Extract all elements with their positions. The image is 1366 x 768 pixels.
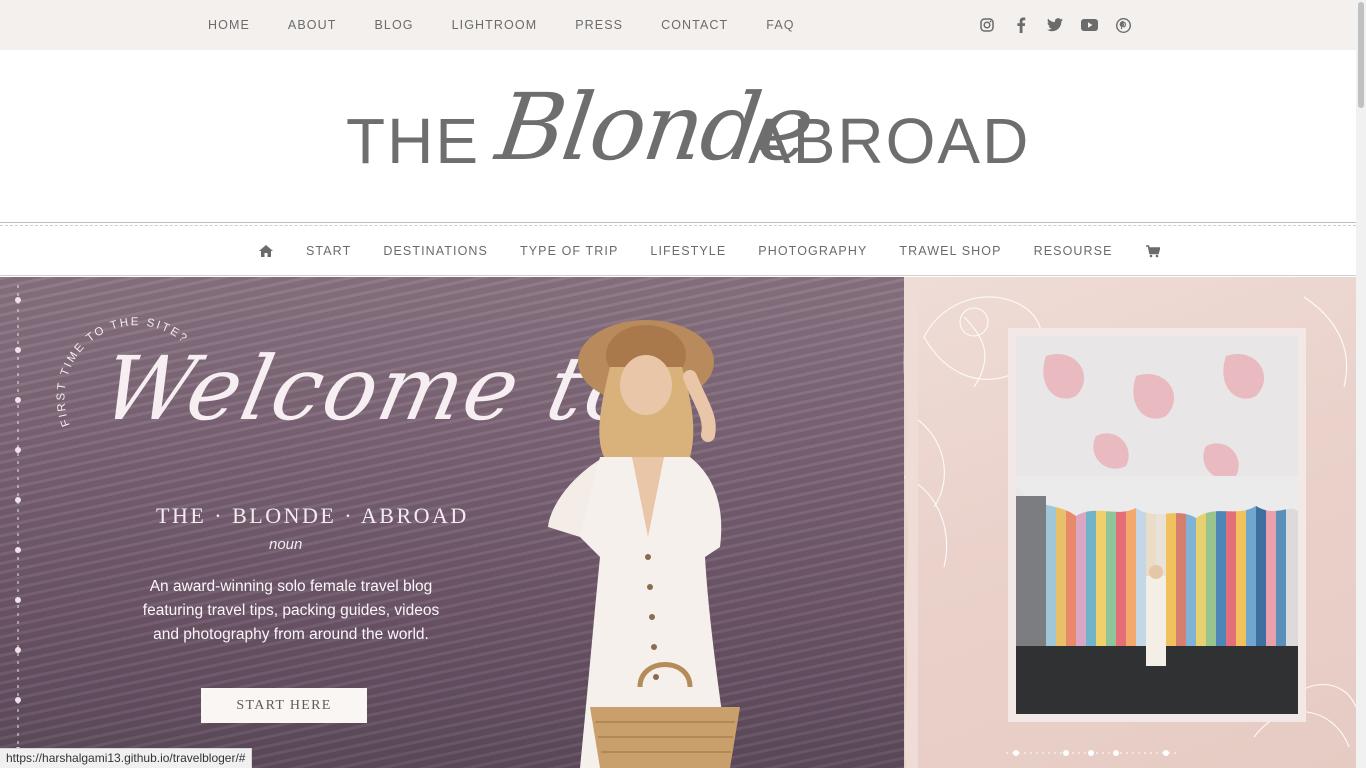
- logo-the: THE: [346, 105, 480, 177]
- youtube-icon[interactable]: [1080, 16, 1098, 34]
- twitter-icon[interactable]: [1046, 16, 1064, 34]
- pinterest-icon[interactable]: [1114, 16, 1132, 34]
- start-here-button[interactable]: START HERE: [201, 688, 367, 723]
- home-icon[interactable]: [258, 244, 274, 258]
- site-logo[interactable]: THE Blonde ABROAD: [0, 52, 1356, 222]
- facebook-icon[interactable]: [1012, 16, 1030, 34]
- nav-travel-shop[interactable]: TRAWEL SHOP: [899, 244, 1001, 258]
- main-nav: START DESTINATIONS TYPE OF TRIP LIFESTYL…: [0, 226, 1356, 276]
- nav-type-of-trip[interactable]: TYPE OF TRIP: [520, 244, 618, 258]
- top-nav-about[interactable]: ABOUT: [288, 18, 337, 32]
- top-nav-press[interactable]: PRESS: [575, 18, 623, 32]
- nav-photography[interactable]: PHOTOGRAPHY: [758, 244, 867, 258]
- ornament-divider: [1006, 750, 1176, 756]
- top-nav-contact[interactable]: CONTACT: [661, 18, 728, 32]
- featured-photo-frame: [1008, 328, 1306, 722]
- top-nav-blog[interactable]: BLOG: [374, 18, 413, 32]
- browser-status-url: https://harshalgami13.github.io/travelbl…: [0, 748, 253, 768]
- woman-photo: [548, 320, 740, 768]
- top-nav-home[interactable]: HOME: [208, 18, 250, 32]
- instagram-icon[interactable]: [978, 16, 996, 34]
- nav-destinations[interactable]: DESTINATIONS: [383, 244, 488, 258]
- noun-label: noun: [269, 536, 303, 553]
- torn-paper-edge: [0, 42, 1356, 49]
- nav-resource[interactable]: RESOURSE: [1034, 244, 1113, 258]
- rainbow-wall-photo: [1016, 336, 1298, 714]
- nav-lifestyle[interactable]: LIFESTYLE: [650, 244, 726, 258]
- page-scrollbar[interactable]: [1356, 0, 1366, 768]
- brand-name: THE · BLONDE · ABROAD: [156, 503, 469, 528]
- logo-abroad: ABROAD: [748, 105, 1031, 177]
- top-nav-faq[interactable]: FAQ: [766, 18, 794, 32]
- cart-icon[interactable]: [1145, 244, 1161, 258]
- hero-banner: FIRST TIME TO THE SITE? Welcome to THE ·…: [0, 277, 1356, 768]
- social-links: [978, 16, 1148, 34]
- top-nav-lightroom[interactable]: LIGHTROOM: [452, 18, 538, 32]
- dotted-border-ornament: [15, 285, 21, 765]
- torn-edge: [903, 277, 918, 768]
- scrollbar-thumb[interactable]: [1358, 2, 1364, 108]
- top-nav: HOME ABOUT BLOG LIGHTROOM PRESS CONTACT …: [208, 18, 833, 32]
- hero-description: An award-winning solo female travel blog…: [142, 578, 440, 643]
- nav-start[interactable]: START: [306, 244, 351, 258]
- rainbow-wall-image: [1016, 336, 1298, 714]
